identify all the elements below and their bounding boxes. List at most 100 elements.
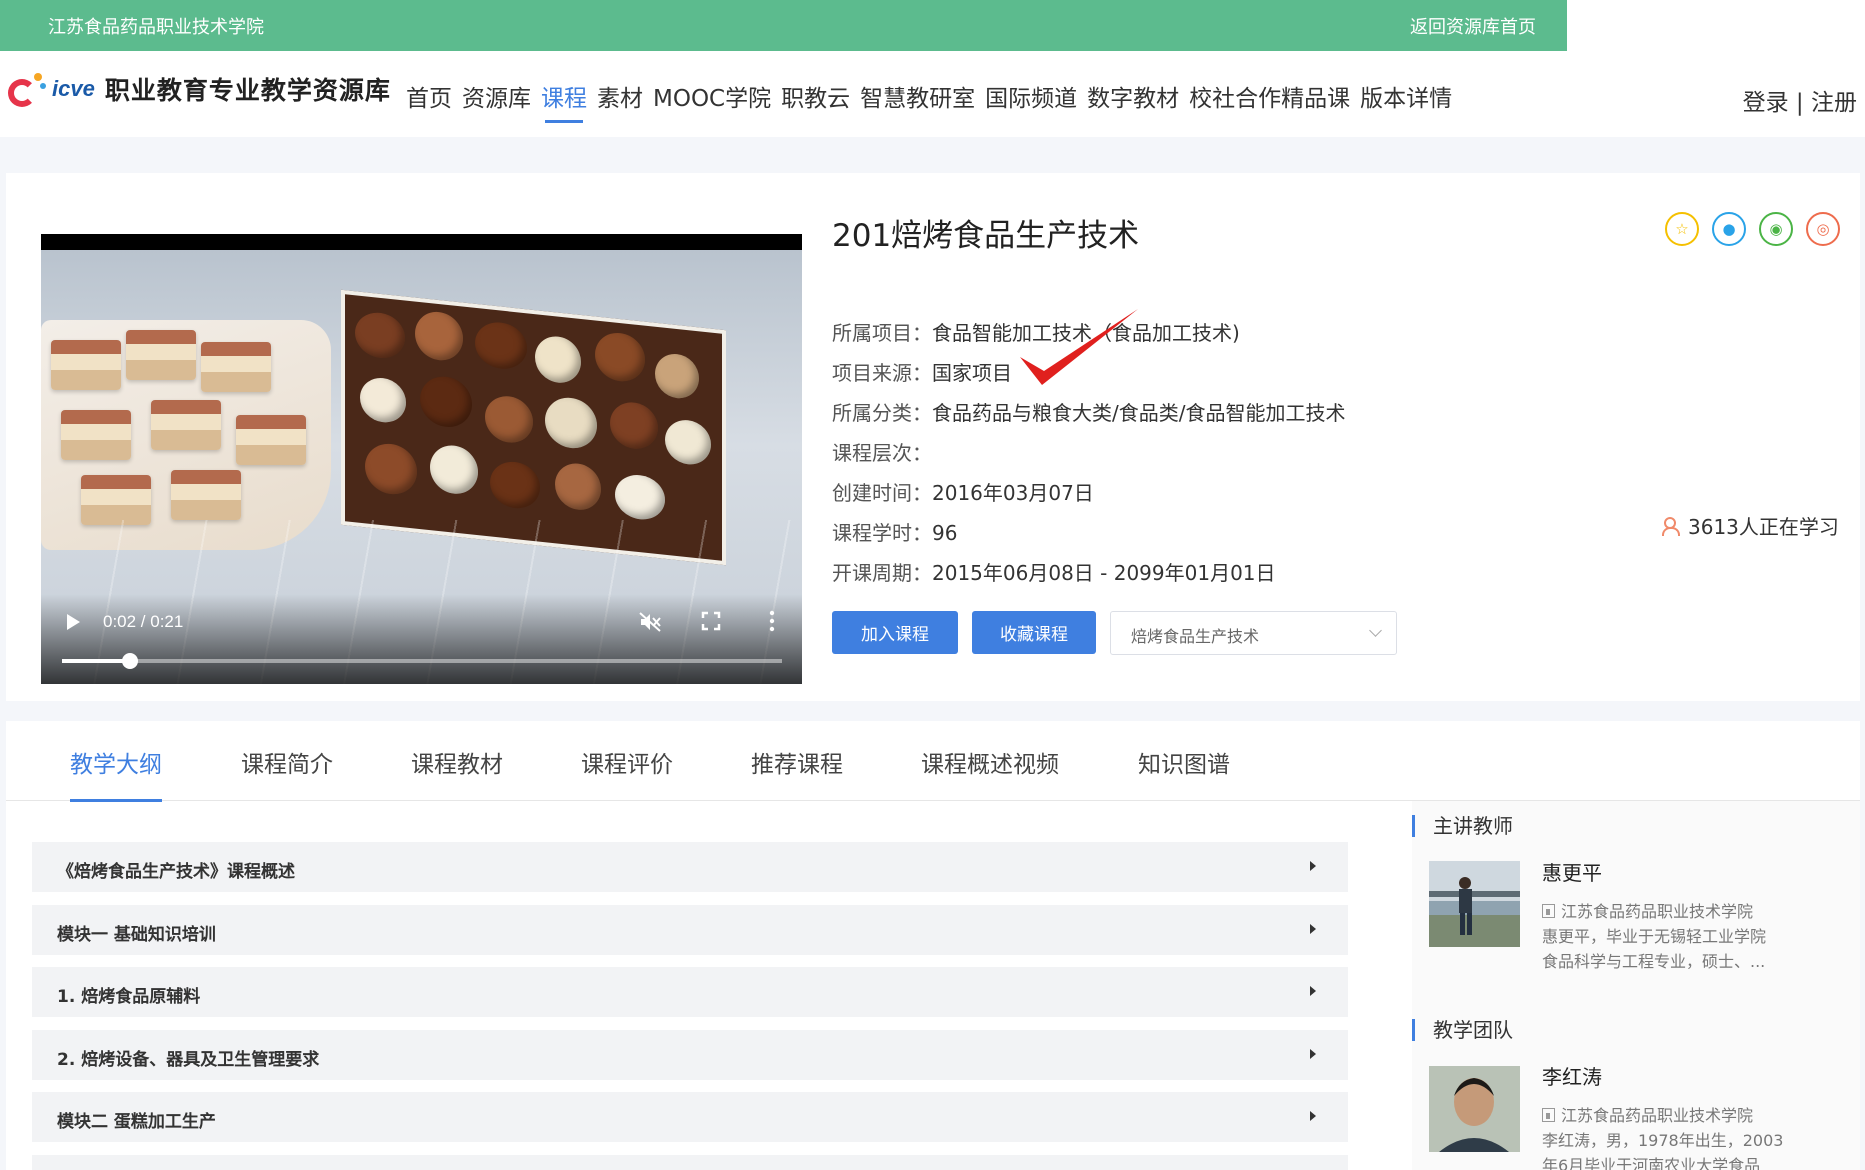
info-value: 2015年06月08日 - 2099年01月01日 <box>932 561 1276 585</box>
info-row-period: 开课周期： 2015年06月08日 - 2099年01月01日 <box>832 553 1345 593</box>
info-label: 开课周期： <box>832 561 932 585</box>
top-bar: 江苏食品药品职业技术学院 返回资源库首页 <box>0 0 1567 51</box>
register-link[interactable]: 注册 <box>1811 90 1857 116</box>
tab-overview-video[interactable]: 课程概述视频 <box>921 745 1059 799</box>
chevron-down-icon <box>1369 624 1382 637</box>
info-label: 课程层次： <box>832 441 932 465</box>
wechat-share-icon[interactable]: ◉ <box>1759 212 1793 246</box>
info-row-created: 创建时间： 2016年03月07日 <box>832 473 1345 513</box>
main-nav: 首页 资源库 课程 素材 MOOC学院 职教云 智慧教研室 国际频道 数字教材 … <box>406 79 1452 123</box>
caret-right-icon <box>1310 1111 1316 1121</box>
syllabus-item[interactable]: 模块二 蛋糕加工生产 <box>32 1092 1348 1142</box>
syllabus-list: 《焙烤食品生产技术》课程概述 模块一 基础知识培训 1. 焙烤食品原辅料 2. … <box>32 842 1348 1170</box>
join-course-button[interactable]: 加入课程 <box>832 611 958 654</box>
main-header: icve 职业教育专业教学资源库 首页 资源库 课程 素材 MOOC学院 职教云… <box>0 51 1865 137</box>
auth-separator: | <box>1788 90 1811 116</box>
caret-right-icon <box>1310 1048 1316 1059</box>
nav-item-international[interactable]: 国际频道 <box>985 79 1077 123</box>
info-row-level: 课程层次： <box>832 433 1345 473</box>
video-time: 0:02 / 0:21 <box>103 612 184 631</box>
video-player[interactable]: 0:02 / 0:21 <box>41 234 802 684</box>
syllabus-item-label: 2. 焙烤设备、器具及卫生管理要求 <box>57 1049 320 1070</box>
auth-links: 登录 | 注册 <box>1743 83 1857 117</box>
info-value: 食品药品与粮食大类/食品类/食品智能加工技术 <box>932 401 1346 425</box>
lead-teacher-bio-1: 惠更平，毕业于无锡轻工业学院 <box>1542 927 1767 946</box>
share-icons: ☆ ● ◉ ◎ <box>1665 212 1840 246</box>
team-member-bio-1: 李红涛，男，1978年出生，2003 <box>1542 1131 1784 1150</box>
nav-item-home[interactable]: 首页 <box>406 79 452 123</box>
progress-knob[interactable] <box>122 653 139 669</box>
info-value: 国家项目 <box>932 361 1012 385</box>
favorite-course-button[interactable]: 收藏课程 <box>972 611 1096 654</box>
nav-item-zhijiaoyun[interactable]: 职教云 <box>781 79 850 123</box>
logo-icve-text: icve <box>52 76 95 101</box>
caret-right-icon <box>1310 923 1316 934</box>
fullscreen-icon[interactable] <box>701 611 721 631</box>
team-member-photo[interactable] <box>1429 1066 1520 1152</box>
nav-item-digital-textbook[interactable]: 数字教材 <box>1087 79 1179 123</box>
school-icon <box>1542 1108 1555 1122</box>
tab-reviews[interactable]: 课程评价 <box>581 745 673 799</box>
cake-plate-image <box>41 320 331 550</box>
nav-item-mooc[interactable]: MOOC学院 <box>653 79 771 123</box>
nav-item-courses[interactable]: 课程 <box>541 79 587 123</box>
syllabus-item[interactable]: 2. 焙烤设备、器具及卫生管理要求 <box>32 1029 1348 1080</box>
teaching-team-title: 教学团队 <box>1412 1019 1513 1041</box>
syllabus-item-label: 《焙烤食品生产技术》课程概述 <box>57 862 295 882</box>
more-options-icon[interactable] <box>769 610 775 632</box>
nav-item-version[interactable]: 版本详情 <box>1360 79 1452 123</box>
weibo-share-icon[interactable]: ◎ <box>1806 212 1840 246</box>
syllabus-item-partial[interactable] <box>32 1154 1348 1170</box>
tab-syllabus[interactable]: 教学大纲 <box>70 745 162 802</box>
tab-recommended[interactable]: 推荐课程 <box>751 745 843 799</box>
info-label: 课程学时： <box>832 521 932 545</box>
caret-right-icon <box>1310 861 1316 871</box>
lead-teacher-desc: 江苏食品药品职业技术学院 惠更平，毕业于无锡轻工业学院 食品科学与工程专业，硕士… <box>1542 899 1842 974</box>
back-to-home-link[interactable]: 返回资源库首页 <box>1410 13 1536 39</box>
info-label: 创建时间： <box>832 481 932 505</box>
progress-fill <box>62 659 131 663</box>
star-share-icon[interactable]: ☆ <box>1665 212 1699 246</box>
login-link[interactable]: 登录 <box>1743 90 1789 116</box>
course-title: 201焙烤食品生产技术 <box>832 218 1140 254</box>
tab-introduction[interactable]: 课程简介 <box>241 745 333 799</box>
syllabus-item[interactable]: 1. 焙烤食品原辅料 <box>32 967 1348 1017</box>
select-value: 焙烤食品生产技术 <box>1131 627 1260 646</box>
teacher-photo[interactable] <box>1429 861 1520 947</box>
people-icon <box>1662 516 1682 536</box>
info-label: 项目来源： <box>832 361 932 385</box>
play-icon[interactable] <box>67 614 80 630</box>
course-version-select[interactable]: 焙烤食品生产技术 <box>1110 611 1397 655</box>
team-member-bio-2: 年6月毕业于河南农业大学食品 <box>1542 1156 1761 1170</box>
nav-item-materials[interactable]: 素材 <box>597 79 643 123</box>
info-label: 所属项目： <box>832 321 932 345</box>
team-member-desc: 江苏食品药品职业技术学院 李红涛，男，1978年出生，2003 年6月毕业于河南… <box>1542 1103 1842 1170</box>
red-check-mark-icon <box>1020 309 1138 385</box>
nav-item-premium-course[interactable]: 校社合作精品课 <box>1189 79 1350 123</box>
syllabus-item[interactable]: 《焙烤食品生产技术》课程概述 <box>32 842 1348 892</box>
school-icon <box>1542 904 1555 918</box>
info-row-hours: 课程学时： 96 <box>832 513 1345 553</box>
syllabus-item-label: 模块二 蛋糕加工生产 <box>57 1112 216 1132</box>
qq-share-icon[interactable]: ● <box>1712 212 1746 246</box>
lead-teacher-bio-2: 食品科学与工程专业，硕士、... <box>1542 952 1766 971</box>
syllabus-item[interactable]: 模块一 基础知识培训 <box>32 904 1348 955</box>
lead-teacher-school: 江苏食品药品职业技术学院 <box>1561 902 1754 921</box>
course-tabs: 教学大纲 课程简介 课程教材 课程评价 推荐课程 课程概述视频 知识图谱 <box>6 721 1860 802</box>
tab-knowledge-graph[interactable]: 知识图谱 <box>1138 745 1230 799</box>
site-logo[interactable]: icve 职业教育专业教学资源库 <box>6 71 391 107</box>
right-gutter <box>1860 173 1865 1170</box>
lead-teacher-title: 主讲教师 <box>1412 815 1513 837</box>
info-value: 96 <box>932 521 958 545</box>
nav-item-research-room[interactable]: 智慧教研室 <box>860 79 975 123</box>
team-member-name[interactable]: 李红涛 <box>1542 1061 1602 1090</box>
video-progress-bar[interactable] <box>62 653 782 669</box>
mute-icon[interactable] <box>638 611 662 633</box>
info-value: 2016年03月07日 <box>932 481 1094 505</box>
tab-textbook[interactable]: 课程教材 <box>411 745 503 799</box>
lead-teacher-name[interactable]: 惠更平 <box>1542 857 1602 886</box>
info-label: 所属分类： <box>832 401 932 425</box>
video-controls: 0:02 / 0:21 <box>41 594 802 684</box>
logo-title: 职业教育专业教学资源库 <box>104 76 391 105</box>
nav-item-resources[interactable]: 资源库 <box>462 79 531 123</box>
